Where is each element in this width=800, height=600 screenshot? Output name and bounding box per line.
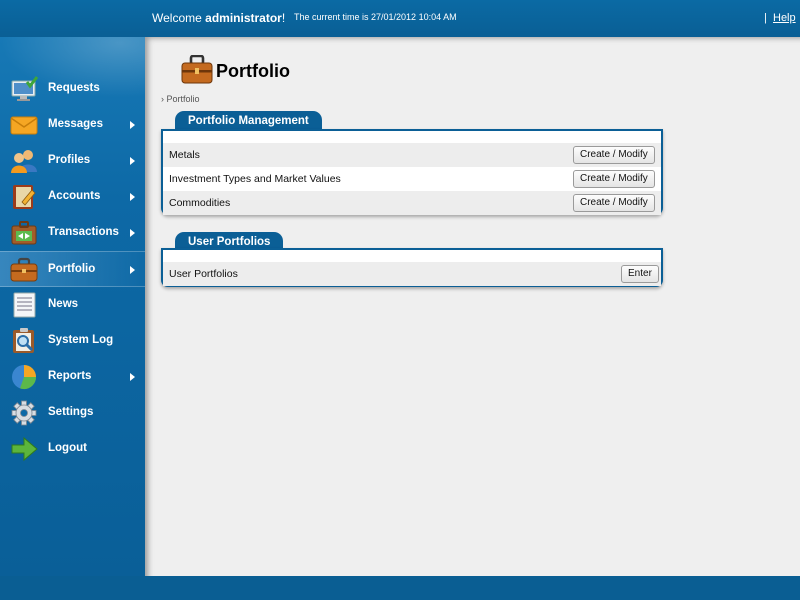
- sidebar-item-messages[interactable]: Messages: [0, 107, 145, 143]
- sidebar-item-label: Accounts: [48, 190, 101, 202]
- sidebar-item-label: Profiles: [48, 154, 91, 166]
- help-separator: |: [764, 12, 767, 24]
- sidebar-item-reports[interactable]: Reports: [0, 359, 145, 395]
- pie-chart-icon: [10, 364, 38, 390]
- briefcase-icon: [10, 257, 38, 283]
- sidebar-item-logout[interactable]: Logout: [0, 431, 145, 467]
- document-icon: [10, 292, 38, 318]
- sidebar-item-label: Messages: [48, 118, 103, 130]
- row-label: Commodities: [169, 197, 231, 209]
- chevron-right-icon: [130, 373, 135, 381]
- metals-create-modify-button[interactable]: Create / Modify: [573, 146, 655, 164]
- user-portfolios-enter-button[interactable]: Enter: [621, 265, 659, 283]
- row-label: Metals: [169, 149, 200, 161]
- chevron-right-icon: [130, 193, 135, 201]
- sidebar-item-profiles[interactable]: Profiles: [0, 143, 145, 179]
- breadcrumb: › Portfolio: [161, 94, 200, 104]
- username: administrator: [205, 11, 282, 25]
- sidebar-item-label: Portfolio: [48, 263, 96, 275]
- sidebar-item-label: System Log: [48, 334, 114, 346]
- sidebar-item-transactions[interactable]: Transactions: [0, 215, 145, 251]
- sidebar-item-label: News: [48, 298, 79, 310]
- chevron-right-icon: [130, 266, 135, 274]
- row-label: Investment Types and Market Values: [169, 173, 341, 185]
- sidebar-item-portfolio[interactable]: Portfolio: [0, 251, 145, 287]
- briefcase-icon: [181, 54, 213, 85]
- user-portfolios-panel: User Portfolios Enter: [161, 248, 663, 287]
- table-row: Investment Types and Market Values Creat…: [163, 167, 661, 191]
- welcome-prefix: Welcome: [152, 11, 206, 25]
- current-time: The current time is 27/01/2012 10:04 AM: [294, 12, 457, 22]
- transfer-icon: [10, 220, 38, 246]
- sidebar-item-accounts[interactable]: Accounts: [0, 179, 145, 215]
- sidebar-nav: Requests Messages Profiles Accounts Tran…: [0, 37, 145, 576]
- users-icon: [10, 148, 38, 174]
- welcome-message: Welcome administrator!: [152, 11, 285, 25]
- page-title: Portfolio: [216, 61, 290, 81]
- portfolio-management-panel: Metals Create / Modify Investment Types …: [161, 129, 663, 215]
- main-content: Portfolio › Portfolio Portfolio Manageme…: [145, 37, 800, 576]
- sidebar-item-label: Reports: [48, 370, 92, 382]
- ledger-icon: [10, 184, 38, 210]
- sidebar-item-label: Requests: [48, 82, 100, 94]
- monitor-check-icon: [10, 76, 39, 102]
- table-row: Commodities Create / Modify: [163, 191, 661, 215]
- help-link[interactable]: Help: [773, 12, 796, 24]
- welcome-suffix: !: [281, 11, 286, 25]
- chevron-right-icon: [130, 157, 135, 165]
- arrow-right-icon: [10, 436, 38, 462]
- sidebar-item-news[interactable]: News: [0, 287, 145, 323]
- magnifier-clipboard-icon: [10, 328, 38, 354]
- table-row: Metals Create / Modify: [163, 143, 661, 167]
- portfolio-management-tab: Portfolio Management: [175, 111, 322, 131]
- top-bar: Welcome administrator! The current time …: [0, 0, 800, 37]
- column-divider: [494, 167, 495, 191]
- commodities-create-modify-button[interactable]: Create / Modify: [573, 194, 655, 212]
- sidebar-item-requests[interactable]: Requests: [0, 71, 145, 107]
- envelope-icon: [10, 112, 38, 138]
- chevron-right-icon: [130, 229, 135, 237]
- table-row: User Portfolios Enter: [163, 262, 661, 286]
- investment-types-create-modify-button[interactable]: Create / Modify: [573, 170, 655, 188]
- gear-icon: [10, 400, 38, 426]
- chevron-right-icon: [130, 121, 135, 129]
- sidebar-item-label: Logout: [48, 442, 87, 454]
- sidebar-item-label: Settings: [48, 406, 94, 418]
- sidebar-item-settings[interactable]: Settings: [0, 395, 145, 431]
- footer-bar: [0, 576, 800, 600]
- sidebar-item-system-log[interactable]: System Log: [0, 323, 145, 359]
- row-label: User Portfolios: [169, 268, 238, 280]
- sidebar-item-label: Transactions: [48, 226, 119, 238]
